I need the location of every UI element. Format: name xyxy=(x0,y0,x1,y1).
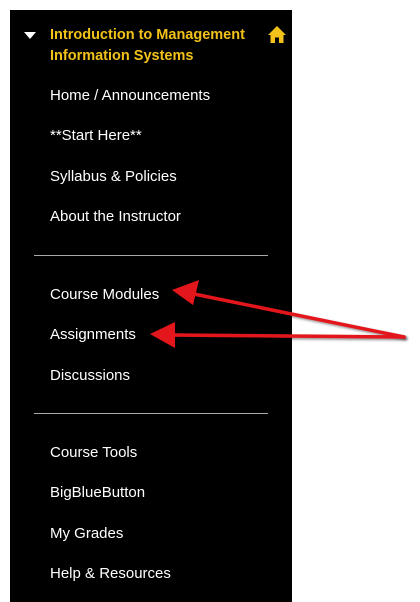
menu-item-discussions[interactable]: Discussions xyxy=(50,363,280,389)
menu-divider xyxy=(34,255,268,256)
menu-divider xyxy=(34,413,268,414)
menu-item-syllabus-policies[interactable]: Syllabus & Policies xyxy=(50,164,280,190)
menu-item-home-announcements[interactable]: Home / Announcements xyxy=(50,83,280,109)
menu-item-start-here[interactable]: **Start Here** xyxy=(50,123,280,149)
menu-item-help-resources[interactable]: Help & Resources xyxy=(50,561,280,587)
collapse-triangle-icon[interactable] xyxy=(24,32,36,39)
course-title[interactable]: Introduction to Management Information S… xyxy=(50,25,272,67)
menu-item-course-tools[interactable]: Course Tools xyxy=(50,440,280,466)
menu-item-about-instructor[interactable]: About the Instructor xyxy=(50,204,280,230)
course-header: Introduction to Management Information S… xyxy=(10,10,292,70)
menu-item-bigbluebutton[interactable]: BigBlueButton xyxy=(50,480,280,506)
home-icon[interactable] xyxy=(267,25,287,45)
menu-item-course-modules[interactable]: Course Modules xyxy=(50,282,280,308)
menu-item-assignments[interactable]: Assignments xyxy=(50,322,280,348)
menu-item-my-grades[interactable]: My Grades xyxy=(50,521,280,547)
course-menu: Introduction to Management Information S… xyxy=(10,10,292,602)
